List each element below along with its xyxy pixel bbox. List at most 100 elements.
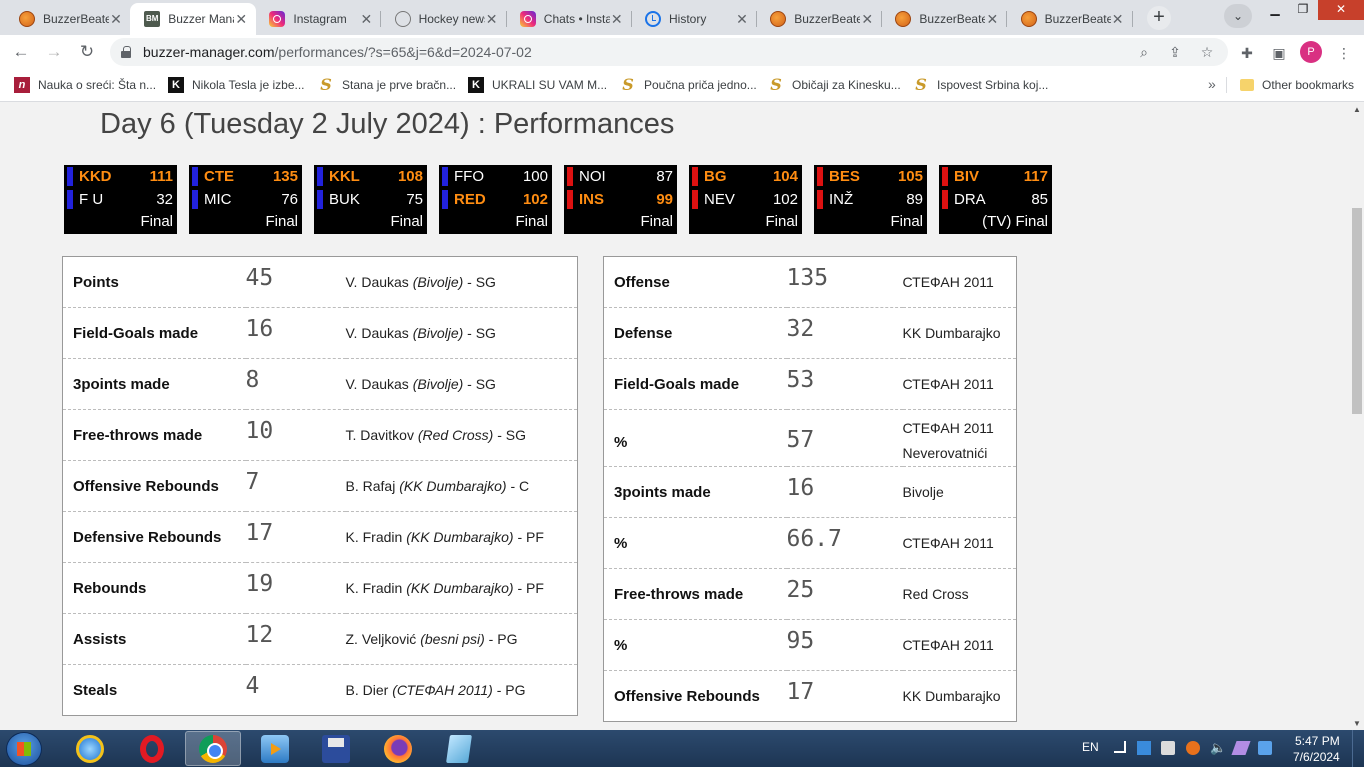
close-window-button[interactable]: ✕ (1318, 0, 1364, 20)
more-bookmarks-icon[interactable]: » (1208, 76, 1216, 92)
taskbar-app[interactable] (124, 731, 180, 766)
extensions-icon[interactable]: ✚ (1237, 43, 1257, 63)
team-name[interactable]: СТЕФАН 2011 (903, 416, 1017, 441)
pen-icon[interactable] (1231, 741, 1251, 755)
display-icon[interactable] (1258, 741, 1272, 755)
lock-icon[interactable] (121, 46, 131, 58)
tab-1[interactable]: BM Buzzer Manager✕ (130, 3, 257, 35)
bookmark-item[interactable]: n Nauka o sreći: Šta n... (14, 76, 156, 94)
team-name[interactable]: СТЕФАН 2011 (903, 633, 1017, 658)
tab-2[interactable]: Instagram ✕ (255, 3, 382, 35)
url-text[interactable]: buzzer-manager.com/performances/?s=65&j=… (143, 44, 532, 60)
team-name[interactable]: Red Cross (903, 582, 1017, 607)
bookmark-item[interactable]: S Stana je prve bračn... (318, 76, 456, 94)
bookmark-item[interactable]: S Ispovest Srbina koj... (913, 76, 1048, 94)
tab-close-icon[interactable]: ✕ (109, 12, 123, 26)
tab-close-icon[interactable]: ✕ (610, 12, 624, 26)
tab-close-icon[interactable]: ✕ (985, 12, 999, 26)
bookmark-item[interactable]: S Poučna priča jedno... (620, 76, 757, 94)
player-name[interactable]: T. Davitkov (346, 427, 414, 443)
scroll-up-arrow[interactable]: ▲ (1353, 105, 1361, 114)
tab-close-icon[interactable]: ✕ (359, 12, 373, 26)
team-name[interactable]: Neverovatnići (903, 441, 1017, 466)
tab-close-icon[interactable]: ✕ (234, 12, 248, 26)
taskbar-app[interactable] (62, 731, 118, 766)
team-name[interactable]: СТЕФАН 2011 (903, 270, 1017, 295)
player-team[interactable]: (Bivolje) (413, 325, 464, 341)
player-name[interactable]: Z. Veljković (346, 631, 417, 647)
clock-time[interactable]: 5:47 PM (1295, 734, 1340, 748)
team-name[interactable]: KK Dumbarajko (903, 684, 1017, 709)
restore-button[interactable]: ❐ (1288, 0, 1318, 20)
team-name[interactable]: СТЕФАН 2011 (903, 531, 1017, 556)
menu-icon[interactable]: ⋮ (1334, 43, 1354, 63)
tab-3[interactable]: Hockey news ✕ (381, 3, 507, 35)
player-team[interactable]: (СТЕФАН 2011) (392, 682, 493, 698)
language-indicator[interactable]: EN (1082, 740, 1099, 754)
forward-button[interactable]: → (42, 40, 66, 64)
tab-close-icon[interactable]: ✕ (860, 12, 874, 26)
scoreboard-game[interactable]: BIV 117 DRA 85 (TV) Final (939, 165, 1052, 234)
player-name[interactable]: V. Daukas (346, 325, 409, 341)
tab-4[interactable]: Chats • Instagram✕ (506, 3, 632, 35)
apps-grid-icon[interactable] (1137, 741, 1151, 755)
minimize-button[interactable]: ▁ (1260, 0, 1290, 20)
taskbar-app[interactable] (185, 731, 241, 766)
signal-icon[interactable] (1114, 741, 1126, 753)
team-name[interactable]: СТЕФАН 2011 (903, 372, 1017, 397)
address-bar[interactable]: buzzer-manager.com/performances/?s=65&j=… (110, 38, 1228, 66)
profile-avatar[interactable]: P (1300, 41, 1322, 63)
player-team[interactable]: (KK Dumbarajko) (406, 580, 513, 596)
scoreboard-game[interactable]: CTE 135 MIC 76 Final (189, 165, 302, 234)
scroll-down-arrow[interactable]: ▼ (1353, 719, 1361, 728)
bookmark-star-icon[interactable]: ☆ (1197, 42, 1217, 62)
bookmark-item[interactable]: K UKRALI SU VAM M... (468, 76, 607, 94)
player-team[interactable]: (besni psi) (420, 631, 485, 647)
bookmark-item[interactable]: S Običaji za Kinesku... (768, 76, 901, 94)
scoreboard-game[interactable]: FFO 100 RED 102 Final (439, 165, 552, 234)
reload-button[interactable]: ↻ (75, 40, 99, 64)
player-name[interactable]: B. Dier (346, 682, 389, 698)
tab-close-icon[interactable]: ✕ (485, 12, 499, 26)
taskbar-app[interactable] (431, 731, 487, 766)
scoreboard-game[interactable]: KKL 108 BUK 75 Final (314, 165, 427, 234)
zoom-icon[interactable]: ⌕ (1134, 42, 1154, 62)
player-team[interactable]: (Red Cross) (418, 427, 493, 443)
team-name[interactable]: KK Dumbarajko (903, 321, 1017, 346)
player-name[interactable]: K. Fradin (346, 580, 403, 596)
new-tab-button[interactable]: + (1147, 6, 1171, 30)
player-team[interactable]: (Bivolje) (413, 274, 464, 290)
scoreboard-game[interactable]: KKD 111 F U 32 Final (64, 165, 177, 234)
back-button[interactable]: ← (9, 40, 33, 64)
show-desktop-button[interactable] (1352, 730, 1364, 767)
player-name[interactable]: V. Daukas (346, 274, 409, 290)
player-name[interactable]: K. Fradin (346, 529, 403, 545)
page-scrollbar[interactable]: ▲ ▼ (1350, 103, 1364, 730)
taskbar-app[interactable] (370, 731, 426, 766)
bookmark-item[interactable]: K Nikola Tesla je izbe... (168, 76, 305, 94)
taskbar-app[interactable] (247, 731, 303, 766)
player-team[interactable]: (Bivolje) (413, 376, 464, 392)
share-icon[interactable]: ⇪ (1165, 42, 1185, 62)
tab-0[interactable]: BuzzerBeater ✕ (5, 3, 131, 35)
tab-5[interactable]: History ✕ (631, 3, 757, 35)
side-panel-icon[interactable]: ▣ (1269, 43, 1289, 63)
taskbar-app[interactable] (308, 731, 364, 766)
clock-date[interactable]: 7/6/2024 (1293, 750, 1340, 764)
player-name[interactable]: V. Daukas (346, 376, 409, 392)
volume-icon[interactable]: 🔈 (1210, 741, 1226, 755)
tab-6[interactable]: BuzzerBeater ✕ (756, 3, 883, 35)
scoreboard-game[interactable]: BG 104 NEV 102 Final (689, 165, 802, 234)
scoreboard-game[interactable]: BES 105 INŽ 89 Final (814, 165, 927, 234)
tab-close-icon[interactable]: ✕ (1111, 12, 1125, 26)
tab-7[interactable]: BuzzerBeater ✕ (881, 3, 1008, 35)
player-team[interactable]: (KK Dumbarajko) (406, 529, 513, 545)
other-bookmarks[interactable]: Other bookmarks (1240, 76, 1354, 94)
tab-8[interactable]: BuzzerBeater ✕ (1007, 3, 1133, 35)
player-team[interactable]: (KK Dumbarajko) (399, 478, 506, 494)
tab-search-button[interactable]: ⌄ (1224, 4, 1252, 28)
tab-close-icon[interactable]: ✕ (735, 12, 749, 26)
team-name[interactable]: Bivolje (903, 480, 1017, 505)
start-button[interactable] (6, 732, 42, 766)
security-icon[interactable] (1186, 741, 1200, 755)
